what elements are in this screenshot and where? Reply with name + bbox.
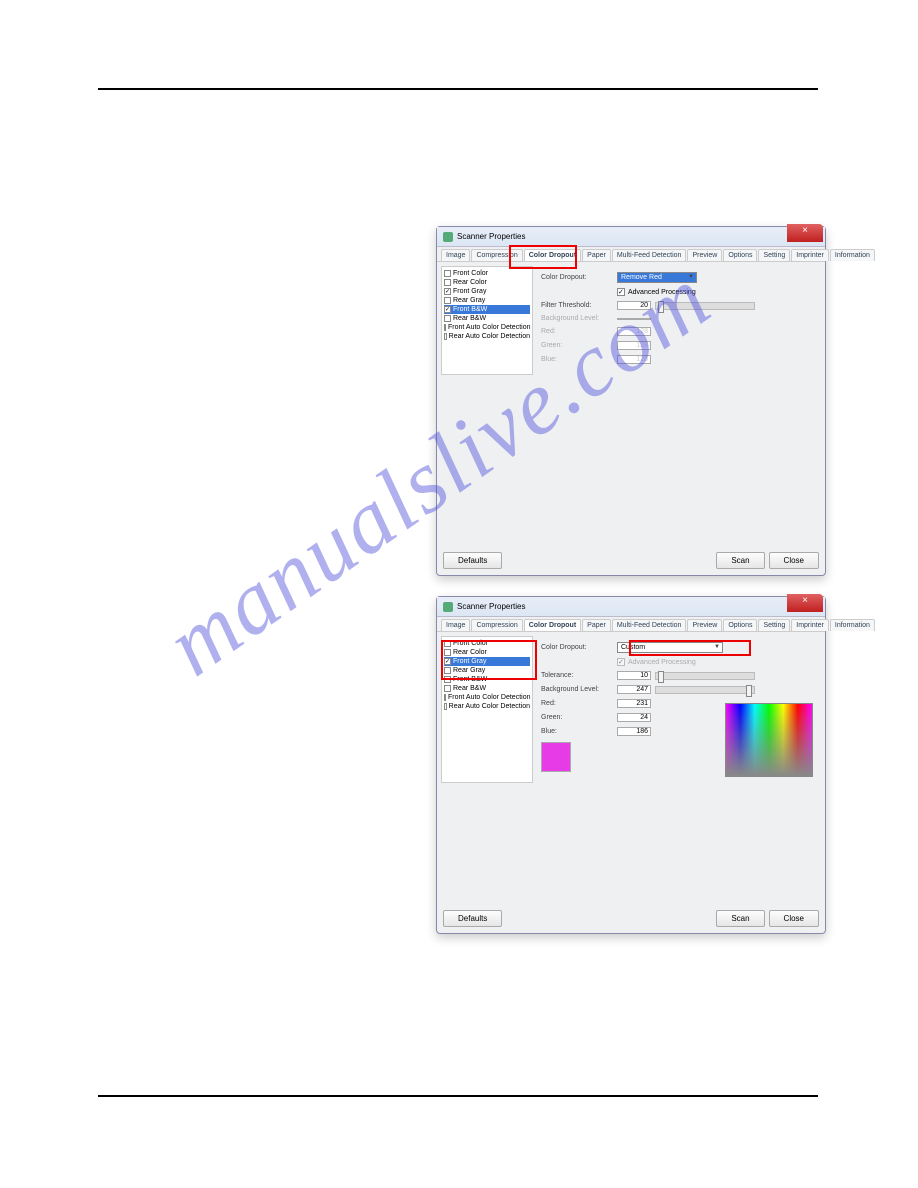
page-rule bbox=[98, 88, 818, 90]
list-item[interactable]: Front Color bbox=[444, 269, 530, 278]
blue-label: Blue: bbox=[541, 356, 617, 363]
red-input[interactable]: 231 bbox=[617, 699, 651, 708]
app-icon bbox=[443, 232, 453, 242]
bg-level-input[interactable]: 247 bbox=[617, 685, 651, 694]
list-item[interactable]: Rear B&W bbox=[444, 314, 530, 323]
tab-color-dropout[interactable]: Color Dropout bbox=[524, 619, 581, 631]
red-label: Red: bbox=[541, 700, 617, 707]
window-title: Scanner Properties bbox=[457, 232, 525, 241]
tab-preview[interactable]: Preview bbox=[687, 249, 722, 261]
list-item[interactable]: Front Auto Color Detection bbox=[444, 323, 530, 332]
tab-setting[interactable]: Setting bbox=[758, 249, 790, 261]
close-button[interactable]: Close bbox=[769, 552, 819, 569]
blue-input[interactable]: 186 bbox=[617, 727, 651, 736]
scanner-properties-dialog-2: Scanner Properties × Image Compression C… bbox=[436, 596, 826, 934]
tab-row: Image Compression Color Dropout Paper Mu… bbox=[437, 617, 825, 632]
blue-input: 128 bbox=[617, 355, 651, 364]
filter-threshold-slider[interactable] bbox=[655, 302, 755, 310]
green-label: Green: bbox=[541, 714, 617, 721]
list-item[interactable]: Rear Auto Color Detection bbox=[444, 702, 530, 711]
red-label: Red: bbox=[541, 328, 617, 335]
green-input[interactable]: 24 bbox=[617, 713, 651, 722]
scan-button[interactable]: Scan bbox=[716, 910, 764, 927]
tab-image[interactable]: Image bbox=[441, 249, 470, 261]
green-input: 128 bbox=[617, 341, 651, 350]
tab-setting[interactable]: Setting bbox=[758, 619, 790, 631]
tab-compression[interactable]: Compression bbox=[471, 619, 522, 631]
page-rule bbox=[98, 1095, 818, 1097]
background-level-label: Background Level: bbox=[541, 686, 617, 693]
dropout-panel: Color Dropout: Remove Red Advanced Proce… bbox=[533, 266, 821, 375]
tab-paper[interactable]: Paper bbox=[582, 249, 611, 261]
bg-level-input bbox=[617, 318, 651, 320]
tab-image[interactable]: Image bbox=[441, 619, 470, 631]
tolerance-label: Tolerance: bbox=[541, 672, 617, 679]
advanced-processing-checkbox[interactable] bbox=[617, 288, 625, 296]
tab-preview[interactable]: Preview bbox=[687, 619, 722, 631]
advanced-processing-label: Advanced Processing bbox=[628, 659, 696, 666]
highlight-box bbox=[441, 640, 537, 680]
window-title: Scanner Properties bbox=[457, 602, 525, 611]
titlebar: Scanner Properties × bbox=[437, 227, 825, 247]
list-item[interactable]: Rear Auto Color Detection bbox=[444, 332, 530, 341]
tab-multifeed[interactable]: Multi-Feed Detection bbox=[612, 249, 687, 261]
image-type-list: Front Color Rear Color Front Gray Rear G… bbox=[441, 266, 533, 375]
advanced-processing-label: Advanced Processing bbox=[628, 289, 696, 296]
tab-row: Image Compression Color Dropout Paper Mu… bbox=[437, 247, 825, 262]
dropout-panel: Color Dropout: Custom Advanced Processin… bbox=[533, 636, 821, 783]
filter-threshold-label: Filter Threshold: bbox=[541, 302, 617, 309]
scan-button[interactable]: Scan bbox=[716, 552, 764, 569]
color-preview bbox=[541, 742, 571, 772]
color-dropout-select[interactable]: Remove Red bbox=[617, 272, 697, 283]
blue-label: Blue: bbox=[541, 728, 617, 735]
tab-information[interactable]: Information bbox=[830, 619, 875, 631]
filter-threshold-input[interactable]: 20 bbox=[617, 301, 651, 310]
red-input: 128 bbox=[617, 327, 651, 336]
color-dropout-label: Color Dropout: bbox=[541, 644, 617, 651]
advanced-processing-checkbox bbox=[617, 658, 625, 666]
tab-options[interactable]: Options bbox=[723, 619, 757, 631]
tab-imprinter[interactable]: Imprinter bbox=[791, 619, 829, 631]
app-icon bbox=[443, 602, 453, 612]
list-item[interactable]: Rear Color bbox=[444, 278, 530, 287]
tolerance-slider[interactable] bbox=[655, 672, 755, 680]
tab-multifeed[interactable]: Multi-Feed Detection bbox=[612, 619, 687, 631]
highlight-box bbox=[509, 245, 577, 269]
bg-level-slider[interactable] bbox=[655, 686, 755, 694]
list-item[interactable]: Front B&W bbox=[444, 305, 530, 314]
defaults-button[interactable]: Defaults bbox=[443, 552, 502, 569]
titlebar: Scanner Properties × bbox=[437, 597, 825, 617]
green-label: Green: bbox=[541, 342, 617, 349]
tab-paper[interactable]: Paper bbox=[582, 619, 611, 631]
tab-options[interactable]: Options bbox=[723, 249, 757, 261]
tab-imprinter[interactable]: Imprinter bbox=[791, 249, 829, 261]
tolerance-input[interactable]: 10 bbox=[617, 671, 651, 680]
close-icon[interactable]: × bbox=[787, 594, 823, 612]
close-icon[interactable]: × bbox=[787, 224, 823, 242]
defaults-button[interactable]: Defaults bbox=[443, 910, 502, 927]
list-item[interactable]: Front Auto Color Detection bbox=[444, 693, 530, 702]
highlight-box bbox=[629, 640, 751, 656]
color-dropout-label: Color Dropout: bbox=[541, 274, 617, 281]
color-picker[interactable] bbox=[725, 703, 813, 777]
list-item[interactable]: Rear B&W bbox=[444, 684, 530, 693]
scanner-properties-dialog-1: Scanner Properties × Image Compression C… bbox=[436, 226, 826, 576]
tab-information[interactable]: Information bbox=[830, 249, 875, 261]
list-item[interactable]: Front Gray bbox=[444, 287, 530, 296]
background-level-label: Background Level: bbox=[541, 315, 617, 322]
list-item[interactable]: Rear Gray bbox=[444, 296, 530, 305]
close-button[interactable]: Close bbox=[769, 910, 819, 927]
